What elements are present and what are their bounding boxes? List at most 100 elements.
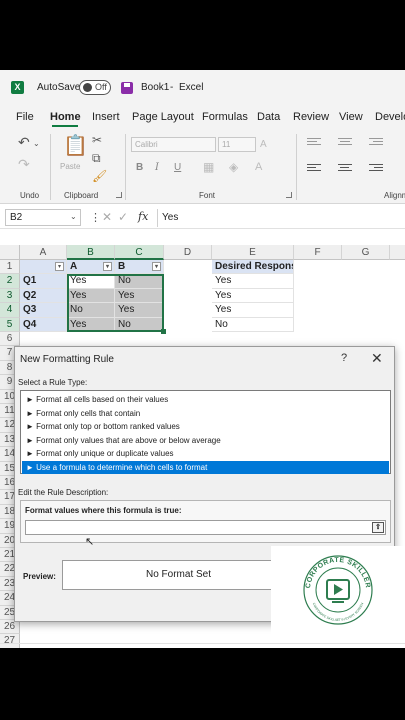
- preview-box: No Format Set: [62, 560, 295, 590]
- cell-a4[interactable]: Q3: [20, 303, 67, 318]
- redo-icon[interactable]: ↷: [18, 157, 30, 171]
- row-header-1[interactable]: 1: [0, 260, 20, 275]
- fill-color-icon[interactable]: ◈: [229, 161, 238, 173]
- tab-formulas[interactable]: Formulas: [202, 111, 248, 123]
- cell-e1[interactable]: Desired Response: [212, 260, 294, 275]
- column-header-e[interactable]: E: [212, 245, 294, 260]
- close-button[interactable]: ✕: [371, 350, 383, 367]
- rule-formula-input[interactable]: ⇧: [25, 520, 386, 535]
- undo-icon[interactable]: ↶: [18, 135, 30, 149]
- column-header-g[interactable]: G: [342, 245, 390, 260]
- active-tab-indicator: [52, 125, 78, 127]
- rule-option[interactable]: ► Format all cells based on their values: [22, 393, 389, 407]
- cut-icon[interactable]: ✂: [92, 134, 102, 146]
- cell-e4[interactable]: Yes: [212, 303, 294, 318]
- rule-option[interactable]: ► Format only values that are above or b…: [22, 434, 389, 448]
- column-header-b[interactable]: B: [67, 245, 115, 260]
- font-size-select[interactable]: 11: [218, 137, 256, 152]
- header-label: B: [118, 261, 126, 272]
- save-icon[interactable]: [121, 82, 133, 94]
- rule-option[interactable]: ► Format only unique or duplicate values: [22, 447, 389, 461]
- preview-label: Preview:: [23, 572, 56, 581]
- cell-b1[interactable]: A ▾: [67, 260, 115, 275]
- group-clipboard-label: Clipboard: [64, 191, 99, 200]
- tab-review[interactable]: Review: [293, 111, 329, 123]
- divider: [125, 134, 126, 200]
- cell-b3[interactable]: Yes: [67, 288, 115, 304]
- font-launcher-icon[interactable]: [286, 192, 292, 198]
- cell-e2[interactable]: Yes: [212, 274, 294, 289]
- filter-dropdown-icon[interactable]: ▾: [103, 262, 112, 271]
- excel-logo-icon: X: [11, 81, 24, 94]
- italic-button[interactable]: I: [155, 162, 159, 173]
- document-name: Book1: [141, 82, 170, 93]
- collapse-dialog-icon[interactable]: ⇧: [372, 522, 384, 533]
- font-color-icon[interactable]: A: [255, 161, 262, 173]
- name-box-dropdown-icon[interactable]: ⌄: [70, 212, 77, 221]
- tab-developer[interactable]: Develo: [375, 111, 405, 123]
- column-header-f[interactable]: F: [294, 245, 342, 260]
- column-header-d[interactable]: D: [164, 245, 212, 260]
- confirm-entry-icon[interactable]: ✓: [118, 210, 128, 224]
- tab-insert[interactable]: Insert: [92, 111, 120, 123]
- dialog-title: New Formatting Rule: [20, 354, 114, 365]
- cancel-entry-icon[interactable]: ✕: [102, 210, 112, 224]
- cell-b5[interactable]: Yes: [67, 317, 115, 332]
- insert-function-icon[interactable]: fx: [138, 210, 148, 223]
- formula-bar: B2 ⌄ ⋮ ✕ ✓ fx Yes: [0, 207, 405, 229]
- borders-icon[interactable]: ▦: [203, 161, 214, 173]
- cell-e3[interactable]: Yes: [212, 288, 294, 304]
- cell-c1[interactable]: B ▾: [115, 260, 164, 275]
- cell-a3[interactable]: Q2: [20, 288, 67, 304]
- tab-page-layout[interactable]: Page Layout: [132, 111, 194, 123]
- cell-a1[interactable]: ▾: [20, 260, 67, 275]
- copy-icon[interactable]: ⧉: [92, 152, 101, 164]
- more-options-icon[interactable]: ⋮: [90, 211, 101, 224]
- rule-option-selected[interactable]: ► Use a formula to determine which cells…: [22, 460, 389, 474]
- clipboard-launcher-icon[interactable]: [116, 192, 122, 198]
- column-header-h[interactable]: [390, 245, 405, 260]
- divider: [157, 209, 158, 227]
- tab-file[interactable]: File: [16, 111, 34, 123]
- cell-c4[interactable]: Yes: [115, 303, 164, 318]
- bold-button[interactable]: B: [136, 162, 143, 173]
- tab-data[interactable]: Data: [257, 111, 280, 123]
- cell-a2[interactable]: Q1: [20, 274, 67, 289]
- undo-dropdown-icon[interactable]: ⌄: [33, 138, 40, 150]
- cell-c5[interactable]: No: [115, 317, 164, 332]
- group-font-label: Font: [199, 191, 216, 200]
- select-all-corner[interactable]: [0, 245, 20, 260]
- row-header-5[interactable]: 5: [0, 317, 20, 332]
- cell-c3[interactable]: Yes: [115, 288, 164, 304]
- tab-home[interactable]: Home: [50, 111, 81, 123]
- filter-dropdown-icon[interactable]: ▾: [55, 262, 64, 271]
- filter-dropdown-icon[interactable]: ▾: [152, 262, 161, 271]
- corporate-skiller-logo-icon: CORPORATE SKILLER CORPORATE SKILLSET IN …: [303, 555, 373, 625]
- help-button[interactable]: ?: [341, 352, 347, 364]
- underline-button[interactable]: U: [174, 162, 181, 173]
- row-header-6[interactable]: 6: [0, 332, 20, 347]
- format-painter-icon[interactable]: 🖌: [92, 170, 107, 182]
- title-separator: -: [170, 82, 174, 93]
- increase-font-icon[interactable]: A: [260, 139, 267, 151]
- row-header-2[interactable]: 2: [0, 274, 20, 289]
- row-header-4[interactable]: 4: [0, 303, 20, 318]
- row-header-3[interactable]: 3: [0, 288, 20, 304]
- watermark-logo: CORPORATE SKILLER CORPORATE SKILLSET IN …: [271, 546, 405, 635]
- column-header-a[interactable]: A: [20, 245, 67, 260]
- autosave-toggle[interactable]: Off: [79, 80, 111, 95]
- cell-e5[interactable]: No: [212, 317, 294, 332]
- column-header-c[interactable]: C: [115, 245, 164, 260]
- font-name-select[interactable]: Calibri: [131, 137, 216, 152]
- fill-handle[interactable]: [161, 329, 166, 334]
- cell-a5[interactable]: Q4: [20, 317, 67, 332]
- cell-b2[interactable]: Yes: [67, 274, 115, 289]
- cell-c2[interactable]: No: [115, 274, 164, 289]
- rule-option[interactable]: ► Format only top or bottom ranked value…: [22, 420, 389, 434]
- rule-option[interactable]: ► Format only cells that contain: [22, 407, 389, 421]
- tab-view[interactable]: View: [339, 111, 363, 123]
- paste-icon[interactable]: 📋: [63, 136, 88, 156]
- cell-b4[interactable]: No: [67, 303, 115, 318]
- formula-input[interactable]: Yes: [162, 212, 178, 223]
- divider: [296, 134, 297, 200]
